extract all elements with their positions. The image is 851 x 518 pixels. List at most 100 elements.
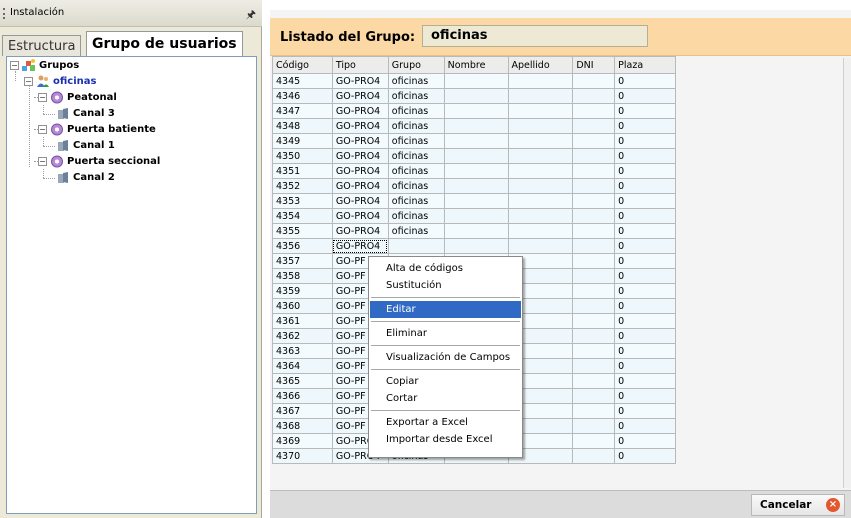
table-cell-dni[interactable] (572, 103, 616, 119)
table-cell-codigo[interactable]: 4359 (272, 283, 333, 299)
tree-node-grupos[interactable]: − Grupos (10, 58, 79, 74)
table-cell-dni[interactable] (572, 133, 616, 149)
table-cell-apellido[interactable] (507, 193, 574, 209)
table-cell-nombre[interactable] (443, 148, 509, 164)
tree-node-puerta-batiente[interactable]: − Puerta batiente (38, 122, 156, 138)
collapse-icon[interactable]: − (38, 156, 47, 166)
grip-icon[interactable] (3, 8, 5, 19)
tree-node-canal-2[interactable]: Canal 2 (56, 170, 115, 186)
table-cell-plaza[interactable]: 0 (614, 313, 676, 329)
cancel-button[interactable]: Cancelar × (751, 494, 845, 516)
tree-node-puerta-seccional[interactable]: − Puerta seccional (38, 154, 160, 170)
table-cell-codigo[interactable]: 4365 (272, 373, 333, 389)
table-cell-plaza[interactable]: 0 (614, 418, 676, 434)
table-cell-codigo[interactable]: 4367 (272, 403, 333, 419)
menu-item-sustitucion[interactable]: Sustitución (370, 277, 521, 294)
table-cell-dni[interactable] (572, 73, 616, 89)
table-cell-dni[interactable] (572, 448, 616, 464)
menu-item-exportar-a-excel[interactable]: Exportar a Excel (370, 414, 521, 431)
table-cell-dni[interactable] (572, 148, 616, 164)
table-cell-nombre[interactable] (443, 118, 509, 134)
table-cell-dni[interactable] (572, 388, 616, 404)
column-header-dni[interactable]: DNI (572, 56, 616, 74)
table-cell-tipo[interactable]: GO-PRO4 (331, 238, 389, 254)
table-row[interactable]: 4352 GO-PRO4 oficinas 0 (272, 178, 676, 194)
table-cell-grupo[interactable]: oficinas (387, 103, 445, 119)
table-cell-grupo[interactable]: oficinas (387, 73, 445, 89)
tab-grupo-de-usuarios[interactable]: Grupo de usuarios (86, 31, 243, 56)
table-cell-codigo[interactable]: 4366 (272, 388, 333, 404)
table-row[interactable]: 4355 GO-PRO4 oficinas 0 (272, 223, 676, 239)
table-cell-dni[interactable] (572, 163, 616, 179)
tree-node-canal-3[interactable]: Canal 3 (56, 106, 115, 122)
table-cell-plaza[interactable]: 0 (614, 343, 676, 359)
vertical-scrollbar[interactable] (843, 58, 851, 488)
collapse-icon[interactable]: − (38, 124, 47, 134)
table-cell-nombre[interactable] (443, 133, 509, 149)
collapse-icon[interactable]: − (10, 60, 19, 70)
tree-node-peatonal[interactable]: − Peatonal (38, 90, 117, 106)
table-cell-codigo[interactable]: 4354 (272, 208, 333, 224)
table-cell-dni[interactable] (572, 373, 616, 389)
table-cell-plaza[interactable]: 0 (614, 103, 676, 119)
table-cell-codigo[interactable]: 4360 (272, 298, 333, 314)
table-cell-plaza[interactable]: 0 (614, 358, 676, 374)
table-cell-plaza[interactable]: 0 (614, 73, 676, 89)
table-cell-nombre[interactable] (443, 178, 509, 194)
table-cell-apellido[interactable] (507, 73, 574, 89)
table-cell-codigo[interactable]: 4349 (272, 133, 333, 149)
table-cell-apellido[interactable] (507, 178, 574, 194)
table-cell-tipo[interactable]: GO-PRO4 (331, 88, 389, 104)
table-cell-apellido[interactable] (507, 88, 574, 104)
pin-icon[interactable]: 🖈 (246, 6, 256, 25)
table-cell-plaza[interactable]: 0 (614, 328, 676, 344)
table-row[interactable]: 4350 GO-PRO4 oficinas 0 (272, 148, 676, 164)
table-cell-dni[interactable] (572, 433, 616, 449)
table-cell-nombre[interactable] (443, 103, 509, 119)
table-cell-codigo[interactable]: 4363 (272, 343, 333, 359)
table-cell-tipo[interactable]: GO-PRO4 (331, 148, 389, 164)
table-cell-dni[interactable] (572, 418, 616, 434)
table-row[interactable]: 4347 GO-PRO4 oficinas 0 (272, 103, 676, 119)
table-cell-plaza[interactable]: 0 (614, 133, 676, 149)
table-cell-apellido[interactable] (507, 163, 574, 179)
table-cell-plaza[interactable]: 0 (614, 388, 676, 404)
table-cell-tipo[interactable]: GO-PRO4 (331, 193, 389, 209)
table-cell-codigo[interactable]: 4347 (272, 103, 333, 119)
table-cell-codigo[interactable]: 4351 (272, 163, 333, 179)
table-cell-codigo[interactable]: 4368 (272, 418, 333, 434)
table-cell-dni[interactable] (572, 88, 616, 104)
column-header-nombre[interactable]: Nombre (443, 56, 509, 74)
table-cell-codigo[interactable]: 4362 (272, 328, 333, 344)
table-cell-dni[interactable] (572, 238, 616, 254)
tree-node-canal-1[interactable]: Canal 1 (56, 138, 115, 154)
table-cell-tipo[interactable]: GO-PRO4 (331, 103, 389, 119)
table-cell-plaza[interactable]: 0 (614, 448, 676, 464)
menu-item-visualizacion-de-campos[interactable]: Visualización de Campos (370, 349, 521, 366)
table-cell-apellido[interactable] (507, 223, 574, 239)
table-row[interactable]: 4348 GO-PRO4 oficinas 0 (272, 118, 676, 134)
tree-node-oficinas[interactable]: − oficinas (24, 74, 96, 90)
column-header-tipo[interactable]: Tipo (331, 56, 389, 74)
table-cell-codigo[interactable]: 4352 (272, 178, 333, 194)
column-header-plaza[interactable]: Plaza (614, 56, 676, 74)
table-cell-plaza[interactable]: 0 (614, 118, 676, 134)
table-cell-codigo[interactable]: 4357 (272, 253, 333, 269)
table-cell-apellido[interactable] (507, 133, 574, 149)
menu-item-eliminar[interactable]: Eliminar (370, 325, 521, 342)
table-cell-codigo[interactable]: 4370 (272, 448, 333, 464)
table-cell-tipo[interactable]: GO-PRO4 (331, 118, 389, 134)
table-cell-nombre[interactable] (443, 73, 509, 89)
table-cell-plaza[interactable]: 0 (614, 148, 676, 164)
table-cell-plaza[interactable]: 0 (614, 208, 676, 224)
table-cell-tipo[interactable]: GO-PRO4 (331, 163, 389, 179)
table-cell-dni[interactable] (572, 178, 616, 194)
table-cell-dni[interactable] (572, 343, 616, 359)
table-row[interactable]: 4351 GO-PRO4 oficinas 0 (272, 163, 676, 179)
table-row[interactable]: 4346 GO-PRO4 oficinas 0 (272, 88, 676, 104)
table-cell-grupo[interactable]: oficinas (387, 163, 445, 179)
table-cell-tipo[interactable]: GO-PRO4 (331, 223, 389, 239)
table-cell-apellido[interactable] (507, 208, 574, 224)
table-cell-codigo[interactable]: 4369 (272, 433, 333, 449)
table-cell-apellido[interactable] (507, 238, 574, 254)
